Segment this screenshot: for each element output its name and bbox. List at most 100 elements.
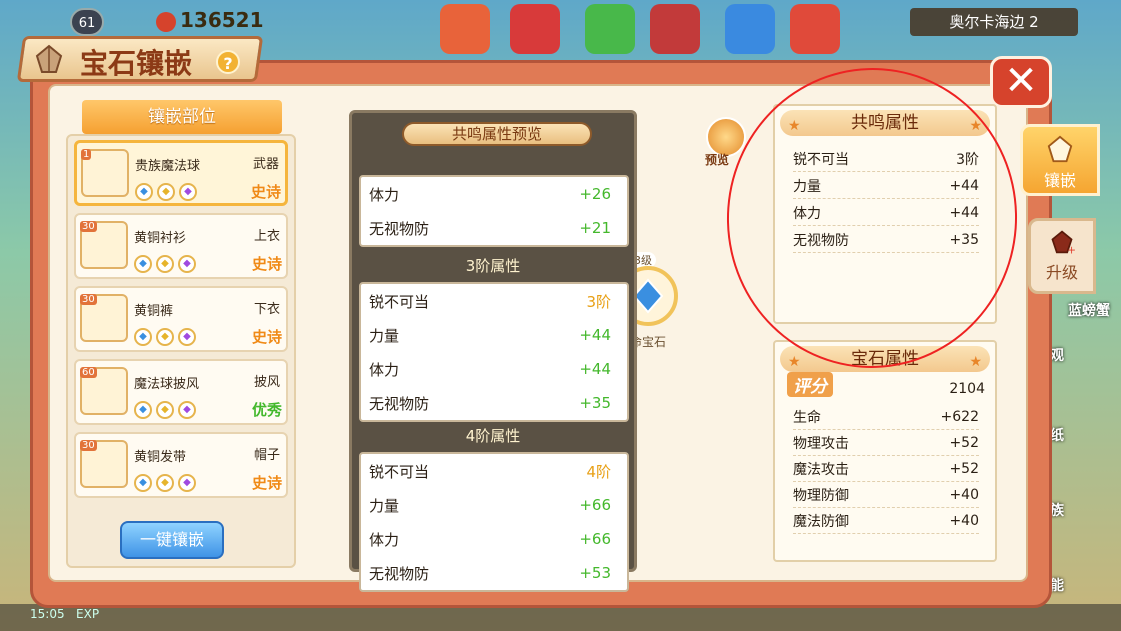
quality-label: 优秀 <box>251 401 282 419</box>
bottom-status-bar <box>0 604 1121 631</box>
side-label-4: 能 <box>1050 578 1064 594</box>
activity-icon[interactable] <box>650 4 700 54</box>
preview-row: 无视物防 +53 <box>369 564 611 583</box>
item-icon-pants: 30 <box>80 294 128 342</box>
help-icon[interactable]: ? <box>216 50 240 74</box>
resonance-preview-title: 共鸣属性预览 <box>402 122 592 146</box>
item-icon-shirt: 30 <box>80 221 128 269</box>
map-name: 奥尔卡海边 2 <box>910 8 1078 36</box>
page-title: 宝石镶嵌 <box>80 47 193 80</box>
quality-label: 史诗 <box>251 255 282 273</box>
slot-cloak[interactable]: 60 魔法球披风 披风 ◆ ◆ ◆ 优秀 <box>74 359 288 425</box>
purple-gem-icon: ◆ <box>179 183 197 201</box>
slot-item-name: 黄铜发带 <box>134 450 187 465</box>
preview-row: 锐不可当 4阶 <box>369 462 611 481</box>
gem-attr-row: 魔法攻击 +52 <box>793 456 979 482</box>
score-value: 2104 <box>949 381 985 397</box>
purple-gem-icon: ◆ <box>178 474 196 492</box>
quality-label: 史诗 <box>251 328 282 346</box>
player-level-badge[interactable]: 61 <box>70 8 104 36</box>
preview-row: 力量 +44 <box>369 326 611 345</box>
score-label: 评分 <box>787 372 833 397</box>
slot-type: 下衣 <box>253 302 280 317</box>
side-label-2: 纸 <box>1050 428 1064 444</box>
preview-row: 体力 +44 <box>369 360 611 379</box>
svg-text:+: + <box>1067 244 1075 255</box>
tab-upgrade[interactable]: + 升级 <box>1028 218 1096 294</box>
gem-sockets: ◆ ◆ ◆ <box>134 397 200 419</box>
currency-display: 136521 <box>150 8 270 32</box>
preview-row: 体力 +66 <box>369 530 611 549</box>
preview-group-current: 体力 +26 无视物防 +21 <box>359 175 629 247</box>
blue-gem-icon: ◆ <box>134 401 152 419</box>
preview-label[interactable]: 预览 <box>705 151 729 168</box>
tab-inlay[interactable]: 镶嵌 <box>1020 124 1100 196</box>
gem-attr-row: 生命 +622 <box>793 404 979 430</box>
preview-group-tier3: 锐不可当 3阶 力量 +44 体力 +44 无视物防 +35 <box>359 282 629 422</box>
blue-gem-icon: ◆ <box>134 474 152 492</box>
yellow-gem-icon: ◆ <box>156 474 174 492</box>
gem-sockets: ◆ ◆ ◆ <box>134 470 200 492</box>
gem-sockets: ◆ ◆ ◆ <box>134 251 200 273</box>
close-button[interactable]: ✕ <box>990 56 1052 108</box>
slot-item-name: 魔法球披风 <box>134 377 200 392</box>
slot-hat[interactable]: 30 黄铜发带 帽子 ◆ ◆ ◆ 史诗 <box>74 432 288 498</box>
slot-item-name: 贵族魔法球 <box>135 159 201 174</box>
gem-sockets: ◆ ◆ ◆ <box>135 179 201 201</box>
gem-attr-row: 魔法防御 +40 <box>793 508 979 534</box>
slot-type: 披风 <box>253 375 280 390</box>
slot-item-name: 黄铜衬衫 <box>134 231 187 246</box>
growth-icon[interactable] <box>725 4 775 54</box>
upgrade-gem-icon: + <box>1051 230 1076 256</box>
item-icon-cloak: 60 <box>80 367 128 415</box>
slot-bottom[interactable]: 30 黄铜裤 下衣 ◆ ◆ ◆ 史诗 <box>74 286 288 352</box>
slot-top[interactable]: 30 黄铜衬衫 上衣 ◆ ◆ ◆ 史诗 <box>74 213 288 279</box>
tier4-header: 4阶属性 <box>465 427 521 445</box>
purple-gem-icon: ◆ <box>178 255 196 273</box>
slot-list-header: 镶嵌部位 <box>82 100 282 134</box>
tab-upgrade-label: 升级 <box>1045 263 1078 282</box>
chat-group-icon[interactable] <box>585 4 635 54</box>
gem-title-icon <box>35 44 63 73</box>
coin-icon <box>156 11 176 32</box>
slot-item-name: 黄铜裤 <box>134 304 174 319</box>
yellow-gem-icon: ◆ <box>157 183 175 201</box>
gem-attr-row: 物理防御 +40 <box>793 482 979 508</box>
blue-gem-icon: ◆ <box>134 328 152 346</box>
slot-type: 武器 <box>252 157 279 172</box>
gem-sockets: ◆ ◆ ◆ <box>134 324 200 346</box>
gift-icon[interactable] <box>510 4 560 54</box>
shop-icon[interactable] <box>790 4 840 54</box>
item-icon-headband: 30 <box>80 440 128 488</box>
star-icon: ★ <box>969 354 982 370</box>
blue-gem-icon: ◆ <box>134 255 152 273</box>
preview-row: 体力 +26 <box>369 185 611 204</box>
preview-row: 无视物防 +21 <box>369 219 611 238</box>
slot-type: 上衣 <box>253 229 280 244</box>
gem-attr-box: 评分 2104 生命 +622 物理攻击 +52 魔法攻击 +52 物理防御 +40 魔… <box>773 340 997 562</box>
event-icon[interactable] <box>440 4 490 54</box>
quality-label: 史诗 <box>250 183 281 201</box>
gem-attr-row: 物理攻击 +52 <box>793 430 979 456</box>
preview-group-tier4: 锐不可当 4阶 力量 +66 体力 +66 无视物防 +53 <box>359 452 629 592</box>
gem-icon <box>1047 135 1073 163</box>
item-icon-orb: 1 <box>81 149 129 197</box>
slot-weapon[interactable]: 1 贵族魔法球 武器 ◆ ◆ ◆ 史诗 <box>74 140 288 206</box>
one-key-inlay-button[interactable]: 一键镶嵌 <box>120 521 224 559</box>
blue-gem-icon: ◆ <box>135 183 153 201</box>
purple-gem-icon: ◆ <box>178 401 196 419</box>
preview-row: 无视物防 +35 <box>369 394 611 413</box>
slot-type: 帽子 <box>253 448 280 463</box>
side-label-crab: 蓝螃蟹 <box>1068 303 1110 319</box>
side-label-3: 族 <box>1050 503 1064 519</box>
clock: 15:05 EXP <box>30 607 100 621</box>
star-icon: ★ <box>788 354 801 370</box>
currency-value: 136521 <box>180 8 264 32</box>
tab-inlay-label: 镶嵌 <box>1043 171 1076 190</box>
yellow-gem-icon: ◆ <box>156 401 174 419</box>
quality-label: 史诗 <box>251 474 282 492</box>
yellow-gem-icon: ◆ <box>156 255 174 273</box>
yellow-gem-icon: ◆ <box>156 328 174 346</box>
tier3-header: 3阶属性 <box>465 257 521 275</box>
preview-row: 力量 +66 <box>369 496 611 515</box>
